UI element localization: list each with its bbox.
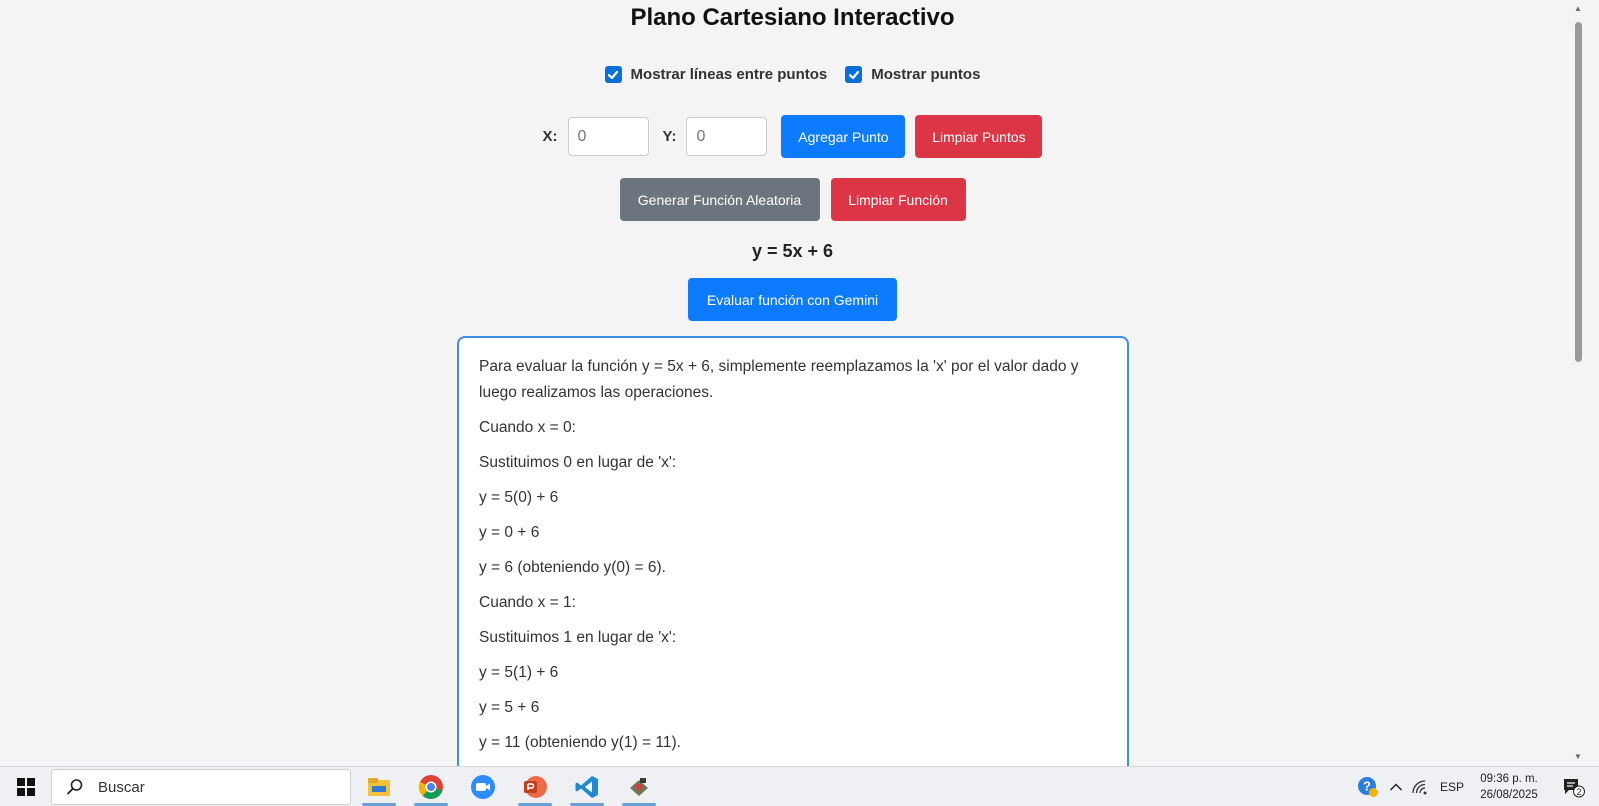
- evaluate-gemini-button[interactable]: Evaluar función con Gemini: [688, 278, 897, 321]
- result-paragraph: Cuando x = 1:: [479, 594, 576, 611]
- evaluation-result-panel: Para evaluar la función y = 5x + 6, simp…: [457, 336, 1129, 766]
- scroll-thumb[interactable]: [1575, 22, 1582, 362]
- search-icon: [67, 779, 83, 795]
- zoom-icon: [471, 775, 495, 799]
- result-paragraph: y = 5 + 6: [479, 699, 540, 716]
- y-label: Y:: [662, 128, 677, 145]
- scroll-up-icon[interactable]: ▲: [1573, 4, 1583, 13]
- show-hidden-icons-button[interactable]: [1385, 767, 1407, 806]
- help-tray-button[interactable]: ?: [1354, 767, 1382, 806]
- show-points-option[interactable]: Mostrar puntos: [845, 66, 980, 83]
- wifi-icon: [1412, 780, 1427, 795]
- browser-page: Plano Cartesiano Interactivo Mostrar lín…: [0, 0, 1585, 766]
- taskbar-app-chrome[interactable]: [413, 767, 449, 806]
- add-point-button[interactable]: Agregar Punto: [781, 115, 906, 158]
- function-controls: Generar Función Aleatoria Limpiar Funció…: [0, 178, 1585, 221]
- scroll-down-icon[interactable]: ▼: [1573, 752, 1583, 761]
- help-icon: ?: [1358, 777, 1378, 797]
- search-placeholder: Buscar: [98, 778, 145, 796]
- result-paragraph: y = 11 (obteniendo y(1) = 11).: [479, 734, 681, 751]
- language-indicator[interactable]: ESP: [1437, 767, 1467, 806]
- notification-center-button[interactable]: 2: [1556, 767, 1590, 806]
- windows-icon: [17, 778, 35, 796]
- vscode-icon: [575, 776, 598, 798]
- result-paragraph: Sustituimos 1 en lugar de 'x':: [479, 629, 677, 646]
- taskbar: Buscar ? ESP 09:36 p. m. 26/08/2025 2: [0, 766, 1599, 806]
- taskbar-app-zoom[interactable]: [465, 767, 501, 806]
- taskbar-clock[interactable]: 09:36 p. m. 26/08/2025: [1470, 771, 1548, 803]
- powerpoint-icon: [524, 776, 547, 798]
- evaluate-row: Evaluar función con Gemini: [0, 278, 1585, 321]
- function-formula: y = 5x + 6: [751, 241, 834, 261]
- page-scrollbar[interactable]: ▲ ▼: [1571, 0, 1585, 766]
- checkmark-icon: [848, 70, 859, 79]
- clock-time: 09:36 p. m.: [1480, 773, 1538, 785]
- x-label: X:: [542, 128, 558, 145]
- taskbar-app-vscode[interactable]: [569, 767, 605, 806]
- app-icon: [630, 778, 648, 796]
- start-button[interactable]: [8, 767, 44, 806]
- result-paragraph: y = 0 + 6: [479, 524, 540, 541]
- y-input[interactable]: [686, 117, 768, 156]
- checkmark-icon: [607, 70, 619, 79]
- show-lines-option[interactable]: Mostrar líneas entre puntos: [604, 66, 828, 83]
- page-title: Plano Cartesiano Interactivo: [630, 4, 955, 31]
- show-points-checkbox[interactable]: [845, 66, 863, 83]
- show-lines-checkbox[interactable]: [604, 66, 622, 83]
- result-paragraph: Sustituimos 0 en lugar de 'x':: [479, 454, 677, 471]
- chrome-icon: [418, 775, 443, 799]
- taskbar-app-explorer[interactable]: [361, 767, 397, 806]
- point-input-row: X: Y: Agregar Punto Limpiar Puntos: [0, 115, 1585, 158]
- result-paragraph: y = 5(1) + 6: [479, 664, 559, 681]
- chevron-up-icon: [1389, 783, 1403, 791]
- taskbar-search[interactable]: Buscar: [51, 769, 351, 805]
- x-input[interactable]: [567, 117, 649, 156]
- show-lines-label: Mostrar líneas entre puntos: [630, 66, 828, 83]
- display-options: Mostrar líneas entre puntos Mostrar punt…: [0, 66, 1585, 83]
- file-explorer-icon: [368, 778, 390, 796]
- show-points-label: Mostrar puntos: [871, 66, 981, 83]
- clear-points-button[interactable]: Limpiar Puntos: [915, 115, 1043, 158]
- result-paragraph: y = 6 (obteniendo y(0) = 6).: [479, 559, 666, 576]
- taskbar-app-powerpoint[interactable]: [517, 767, 553, 806]
- notification-icon: 2: [1564, 779, 1585, 798]
- taskbar-app-other[interactable]: [621, 767, 657, 806]
- result-paragraph: Cuando x = 0:: [479, 419, 576, 436]
- generate-function-button[interactable]: Generar Función Aleatoria: [619, 178, 820, 221]
- result-paragraph: Para evaluar la función y = 5x + 6, simp…: [479, 358, 1079, 401]
- clock-date: 26/08/2025: [1480, 789, 1538, 801]
- clear-function-button[interactable]: Limpiar Función: [830, 178, 966, 221]
- notification-count: 2: [1576, 787, 1581, 797]
- network-tray-button[interactable]: [1408, 767, 1432, 806]
- result-paragraph: y = 5(0) + 6: [479, 489, 559, 506]
